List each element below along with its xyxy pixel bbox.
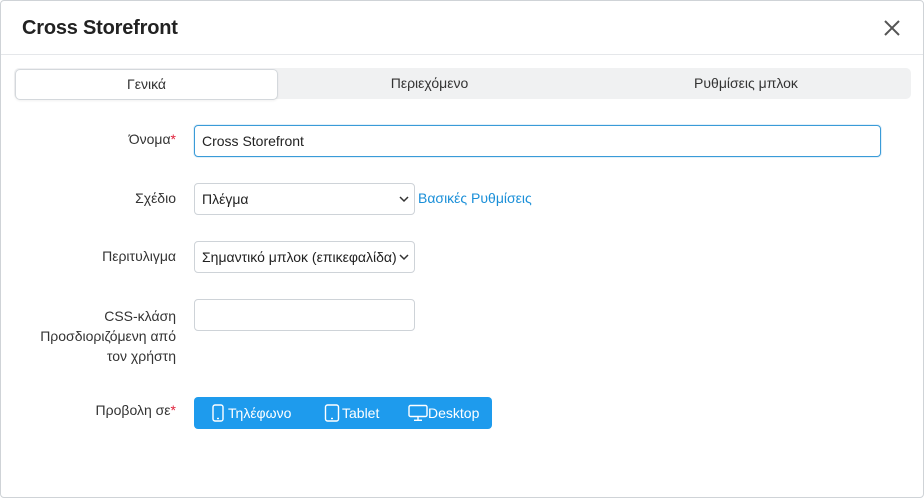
tablet-icon xyxy=(324,404,340,422)
phone-button[interactable]: Τηλέφωνο xyxy=(211,397,311,429)
desktop-button-label: Desktop xyxy=(428,405,480,421)
phone-icon xyxy=(212,404,224,422)
template-label: Σχέδιο xyxy=(135,190,176,206)
tablet-button-label: Tablet xyxy=(342,405,380,421)
css-class-label: CSS-κλάση Προσδιοριζόμενη από τον χρήστη xyxy=(21,306,176,366)
name-label: Όνομα* xyxy=(61,131,176,147)
chevron-down-icon xyxy=(399,254,409,261)
display-on-label: Προβολη σε* xyxy=(41,402,176,418)
display-on-label-text: Προβολη σε xyxy=(95,402,171,418)
css-class-label-line: CSS-κλάση xyxy=(104,308,176,324)
tab-bar: Γενικά Περιεχόμενο Ρυθμίσεις μπλοκ xyxy=(14,68,911,100)
tab-content[interactable]: Περιεχόμενο xyxy=(278,68,581,99)
chevron-down-icon xyxy=(399,196,409,203)
phone-button-label: Τηλέφωνο xyxy=(228,405,292,421)
tab-block-settings[interactable]: Ρυθμίσεις μπλοκ xyxy=(581,68,911,99)
block-dialog: Cross Storefront Γενικά Περιεχόμενο Ρυθμ… xyxy=(0,0,924,498)
css-class-input[interactable] xyxy=(194,299,415,331)
css-class-label-line: Προσδιοριζόμενη από xyxy=(40,328,176,344)
basic-settings-link[interactable]: Βασικές Ρυθμίσεις xyxy=(418,190,532,206)
dialog-header: Cross Storefront xyxy=(1,1,923,55)
required-marker: * xyxy=(170,402,176,418)
name-label-text: Όνομα xyxy=(128,131,171,147)
required-marker: * xyxy=(170,131,176,147)
template-select[interactable]: Πλέγμα xyxy=(194,183,415,215)
wrapper-select-value: Σημαντικό μπλοκ (επικεφαλίδα) xyxy=(202,249,397,265)
tab-general[interactable]: Γενικά xyxy=(15,69,278,100)
template-select-value: Πλέγμα xyxy=(202,191,249,207)
desktop-button[interactable]: Desktop xyxy=(408,397,488,429)
wrapper-label: Περιτυλιγμα xyxy=(102,248,176,264)
desktop-icon xyxy=(408,404,428,421)
dialog-title: Cross Storefront xyxy=(22,17,178,39)
name-input[interactable] xyxy=(194,125,881,157)
display-on-button-group: Τηλέφωνο Tablet Desktop xyxy=(194,397,492,429)
wrapper-select[interactable]: Σημαντικό μπλοκ (επικεφαλίδα) xyxy=(194,241,415,273)
css-class-label-line: τον χρήστη xyxy=(106,348,176,364)
tablet-button[interactable]: Tablet xyxy=(324,397,394,429)
close-icon[interactable] xyxy=(881,17,903,39)
